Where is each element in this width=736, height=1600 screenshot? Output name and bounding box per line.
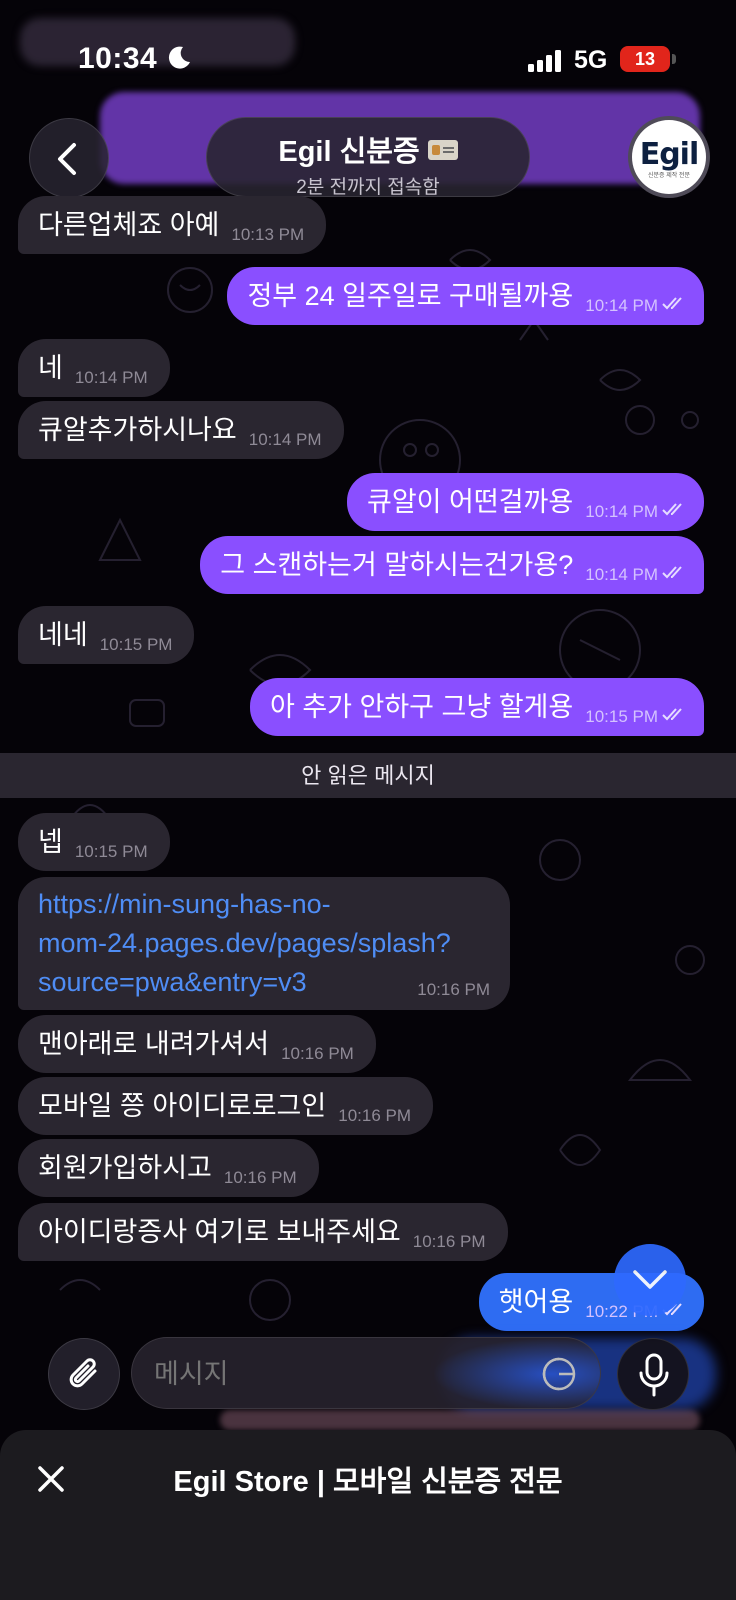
message-incoming[interactable]: 네네 10:15 PM bbox=[18, 606, 195, 664]
battery-indicator: 13 bbox=[620, 46, 676, 72]
attach-button[interactable] bbox=[48, 1338, 120, 1410]
message-outgoing[interactable]: 큐알이 어떤걸까용 10:14 PM bbox=[347, 473, 704, 531]
bottom-sheet-title: Egil Store | 모바일 신분증 전문 bbox=[173, 1466, 563, 1498]
chevron-down-icon bbox=[633, 1270, 667, 1289]
message-time: 10:15 PM bbox=[585, 707, 658, 726]
message-text: 정부 24 일주일로 구매될까용 bbox=[247, 281, 574, 311]
avatar[interactable]: Egil 신분증 제작 전문 bbox=[628, 116, 710, 198]
bottom-sheet: Egil Store | 모바일 신분증 전문 bbox=[0, 1430, 736, 1600]
chat-title: Egil 신분증 bbox=[278, 136, 420, 168]
message-input-container bbox=[131, 1337, 601, 1409]
signal-icon bbox=[528, 50, 561, 72]
message-time: 10:14 PM bbox=[74, 368, 148, 387]
voice-message-button[interactable] bbox=[617, 1338, 689, 1410]
message-incoming[interactable]: 모바일 쯩 아이디로로그인 10:16 PM bbox=[18, 1077, 434, 1135]
checkmarks-icon bbox=[662, 708, 682, 721]
message-outgoing[interactable]: 그 스캔하는거 말하시는건가용? 10:14 PM bbox=[200, 536, 704, 594]
checkmarks-icon bbox=[662, 503, 682, 516]
message-time: 10:16 PM bbox=[338, 1106, 412, 1125]
message-text: 넵 bbox=[38, 827, 63, 857]
message-outgoing[interactable]: 정부 24 일주일로 구매될까용 10:14 PM bbox=[227, 267, 704, 325]
message-incoming[interactable]: 네 10:14 PM bbox=[18, 339, 170, 397]
status-bar: 10:34 5G 13 bbox=[0, 38, 736, 82]
mic-icon bbox=[639, 1353, 669, 1397]
message-text: 햇어용 bbox=[498, 1287, 574, 1317]
message-input[interactable] bbox=[154, 1338, 514, 1408]
message-incoming-link[interactable]: https://min-sung-has-no- mom-24.pages.de… bbox=[18, 877, 510, 1010]
message-time: 10:14 PM bbox=[585, 565, 658, 584]
message-time: 10:16 PM bbox=[417, 980, 490, 999]
message-incoming[interactable]: 회원가입하시고 10:16 PM bbox=[18, 1139, 319, 1197]
scroll-to-bottom-button[interactable] bbox=[614, 1244, 686, 1316]
back-button[interactable] bbox=[29, 118, 109, 198]
message-incoming[interactable]: 아이디랑증사 여기로 보내주세요 10:16 PM bbox=[18, 1203, 508, 1261]
message-time: 10:16 PM bbox=[412, 1232, 486, 1251]
message-time: 10:16 PM bbox=[223, 1168, 297, 1187]
message-incoming[interactable]: 맨아래로 내려가셔서 10:16 PM bbox=[18, 1015, 376, 1073]
message-time: 10:15 PM bbox=[99, 635, 173, 654]
message-text: 다른업체죠 아예 bbox=[38, 210, 220, 240]
message-time: 10:14 PM bbox=[585, 296, 658, 315]
background-blur bbox=[220, 1410, 700, 1430]
message-incoming[interactable]: 넵 10:15 PM bbox=[18, 813, 170, 871]
message-text: 맨아래로 내려가셔서 bbox=[38, 1029, 270, 1059]
message-text: 회원가입하시고 bbox=[38, 1153, 212, 1183]
message-time: 10:14 PM bbox=[585, 502, 658, 521]
message-text: 큐알추가하시나요 bbox=[38, 415, 237, 445]
checkmarks-icon bbox=[662, 566, 682, 579]
message-incoming[interactable]: 다른업체죠 아예 10:13 PM bbox=[18, 196, 327, 254]
chat-title-pill[interactable]: Egil 신분증 2분 전까지 접속함 bbox=[206, 117, 530, 198]
chat-header: Egil 신분증 2분 전까지 접속함 Egil 신분증 제작 전문 bbox=[0, 114, 736, 200]
message-time: 10:16 PM bbox=[281, 1044, 354, 1063]
avatar-logo: Egil bbox=[639, 137, 700, 172]
message-time: 10:14 PM bbox=[248, 430, 322, 449]
link-line: mom-24.pages.dev/pages/splash? bbox=[38, 928, 451, 958]
moon-icon bbox=[168, 46, 190, 69]
last-seen-status: 2분 전까지 접속함 bbox=[296, 177, 440, 198]
sticker-icon[interactable] bbox=[541, 1356, 577, 1392]
unread-messages-divider: 안 읽은 메시지 bbox=[0, 753, 736, 798]
message-text: 큐알이 어떤걸까용 bbox=[367, 487, 574, 517]
message-time: 10:15 PM bbox=[74, 842, 148, 861]
message-text: 네 bbox=[38, 353, 63, 383]
message-time: 10:13 PM bbox=[231, 225, 305, 244]
message-incoming[interactable]: 큐알추가하시나요 10:14 PM bbox=[18, 401, 344, 459]
message-text: 네네 bbox=[38, 620, 88, 650]
message-text: 그 스캔하는거 말하시는건가용? bbox=[220, 550, 574, 580]
message-outgoing[interactable]: 아 추가 안하구 그냥 할게용 10:15 PM bbox=[249, 678, 704, 736]
message-text: 모바일 쯩 아이디로로그인 bbox=[38, 1091, 327, 1121]
message-text: 아 추가 안하구 그냥 할게용 bbox=[269, 692, 574, 722]
attach-icon bbox=[69, 1358, 97, 1388]
back-chevron-icon bbox=[58, 143, 76, 175]
message-text: 아이디랑증사 여기로 보내주세요 bbox=[38, 1217, 401, 1247]
checkmarks-icon bbox=[662, 297, 682, 310]
id-card-icon bbox=[427, 140, 458, 160]
network-type: 5G bbox=[574, 46, 608, 74]
status-time: 10:34 bbox=[78, 42, 158, 75]
link-line: https://min-sung-has-no- bbox=[38, 889, 331, 919]
